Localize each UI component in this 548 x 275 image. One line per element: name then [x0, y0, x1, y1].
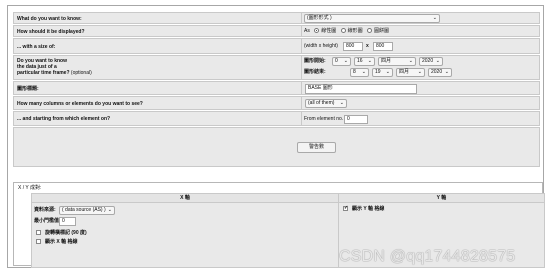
date-from-label: 圖形開始:	[304, 58, 326, 64]
size-label: ... with a size of:	[17, 44, 56, 50]
submit-button[interactable]: 警告數	[297, 142, 336, 153]
to-hour-value: 8	[353, 69, 356, 75]
columns-select[interactable]: (all of them) ⌄	[305, 99, 347, 108]
chevron-down-icon: ⌄	[107, 207, 112, 213]
row-divider	[301, 97, 302, 109]
from-hour-select[interactable]: 0 ⌄	[332, 57, 351, 66]
from-day-value: 16	[357, 58, 363, 64]
rotate-option: 旋轉橫標記 (90 度)	[36, 230, 87, 237]
row-divider	[301, 112, 302, 125]
radio-line-chart[interactable]	[314, 28, 320, 33]
radio-area-chart[interactable]	[340, 28, 346, 33]
radio-pie-label: 圓餅圖	[374, 28, 390, 34]
radio-area-label: 線形圖	[347, 28, 363, 34]
from-hour-value: 0	[335, 58, 338, 64]
data-source-value: ( data source (AS) )	[62, 207, 106, 213]
to-month-value: 四月	[399, 69, 410, 75]
from-day-select[interactable]: 16 ⌄	[354, 57, 375, 66]
x-axis-header: X 軸	[32, 194, 339, 203]
show-x-grid-label: 顯示 X 軸 格線	[45, 239, 78, 245]
chevron-down-icon: ⌄	[417, 69, 422, 75]
row-divider	[301, 26, 302, 36]
row-display: How should it be displayed? As 線性圖 線形圖 圓…	[13, 25, 540, 37]
to-day-value: 19	[375, 69, 381, 75]
date-optional: (optional)	[70, 70, 92, 76]
columns-label: How many columns or elements do you want…	[17, 101, 143, 107]
date-to-label: 圖形結束:	[304, 69, 326, 75]
what-select[interactable]: (圖形形式 ) ⌄	[304, 14, 440, 23]
columns-select-value: (all of them)	[308, 100, 335, 106]
start-prefix: From element no.	[304, 116, 344, 122]
watermark: CSDN @qq1744828575	[339, 248, 516, 265]
xy-section-title: X / Y 成對:	[18, 185, 42, 191]
show-x-grid-checkbox[interactable]	[36, 239, 41, 244]
radio-pie-chart[interactable]	[367, 28, 373, 33]
row-divider	[301, 56, 302, 79]
radio-line-label: 線性圖	[321, 28, 337, 34]
from-year-select[interactable]: 2020 ⌄	[419, 57, 443, 66]
chevron-down-icon: ⌄	[444, 69, 449, 75]
min-value-label: 最小門檻值:	[34, 218, 61, 224]
size-prefix: (width x height)	[304, 43, 338, 49]
row-what: What do you want to know: (圖形形式 ) ⌄	[13, 12, 540, 24]
chevron-down-icon: ⌄	[367, 58, 372, 64]
submit-area: 警告數	[13, 127, 540, 167]
show-y-grid-label: 顯示 Y 軸 格線	[352, 206, 385, 212]
what-label: What do you want to know:	[17, 16, 82, 22]
start-label: ... and starting from which element on?	[17, 116, 111, 122]
chevron-down-icon: ⌄	[385, 69, 390, 75]
chevron-down-icon: ⌄	[432, 15, 437, 21]
show-x-grid-option: 顯示 X 軸 格線	[36, 239, 78, 246]
height-input[interactable]: 800	[373, 42, 393, 51]
to-month-select[interactable]: 四月 ⌄	[396, 68, 425, 77]
display-prefix: As	[304, 28, 310, 34]
title-label: 圖形標題:	[17, 86, 39, 92]
from-month-select[interactable]: 四月 ⌄	[378, 57, 416, 66]
rotate-label: 旋轉橫標記 (90 度)	[45, 230, 87, 236]
y-axis-header: Y 軸	[339, 194, 544, 203]
chevron-down-icon: ⌄	[339, 100, 344, 106]
row-columns: How many columns or elements do you want…	[13, 96, 540, 110]
chevron-down-icon: ⌄	[343, 58, 348, 64]
data-source-select[interactable]: ( data source (AS) ) ⌄	[59, 206, 115, 215]
start-input[interactable]: 0	[344, 115, 368, 124]
row-divider	[301, 13, 302, 23]
display-radios: As 線性圖 線形圖 圓餅圖	[304, 28, 389, 35]
to-year-value: 2020	[431, 69, 443, 75]
show-y-grid-option: 顯示 Y 軸 格線	[343, 205, 385, 213]
from-year-value: 2020	[422, 58, 434, 64]
show-y-grid-checkbox[interactable]	[343, 205, 348, 211]
to-day-select[interactable]: 19 ⌄	[372, 68, 393, 77]
date-label-3: particular time frame?	[17, 70, 70, 76]
x-axis-body: 資料來源: ( data source (AS) ) ⌄ 最小門檻值: 0 旋轉…	[32, 203, 339, 267]
width-input[interactable]: 800	[343, 42, 363, 51]
rotate-checkbox[interactable]	[36, 230, 41, 235]
min-value-input[interactable]: 0	[59, 217, 76, 226]
row-start: ... and starting from which element on? …	[13, 111, 540, 126]
chevron-down-icon: ⌄	[435, 58, 440, 64]
title-input[interactable]: BASE 圖形	[305, 84, 417, 94]
row-date: Do you want to know the data just of a p…	[13, 55, 540, 80]
to-year-select[interactable]: 2020 ⌄	[428, 68, 452, 77]
row-title: 圖形標題: BASE 圖形	[13, 81, 540, 95]
display-label: How should it be displayed?	[17, 29, 85, 35]
from-month-value: 四月	[381, 58, 392, 64]
row-divider	[301, 39, 302, 53]
to-hour-select[interactable]: 8 ⌄	[350, 68, 369, 77]
what-select-value: (圖形形式 )	[307, 15, 332, 21]
chevron-down-icon: ⌄	[361, 69, 366, 75]
size-times: x	[366, 43, 369, 49]
data-source-label: 資料來源:	[34, 207, 56, 213]
row-divider	[301, 82, 302, 94]
row-size: ... with a size of: (width x height) 800…	[13, 38, 540, 54]
chevron-down-icon: ⌄	[408, 58, 413, 64]
